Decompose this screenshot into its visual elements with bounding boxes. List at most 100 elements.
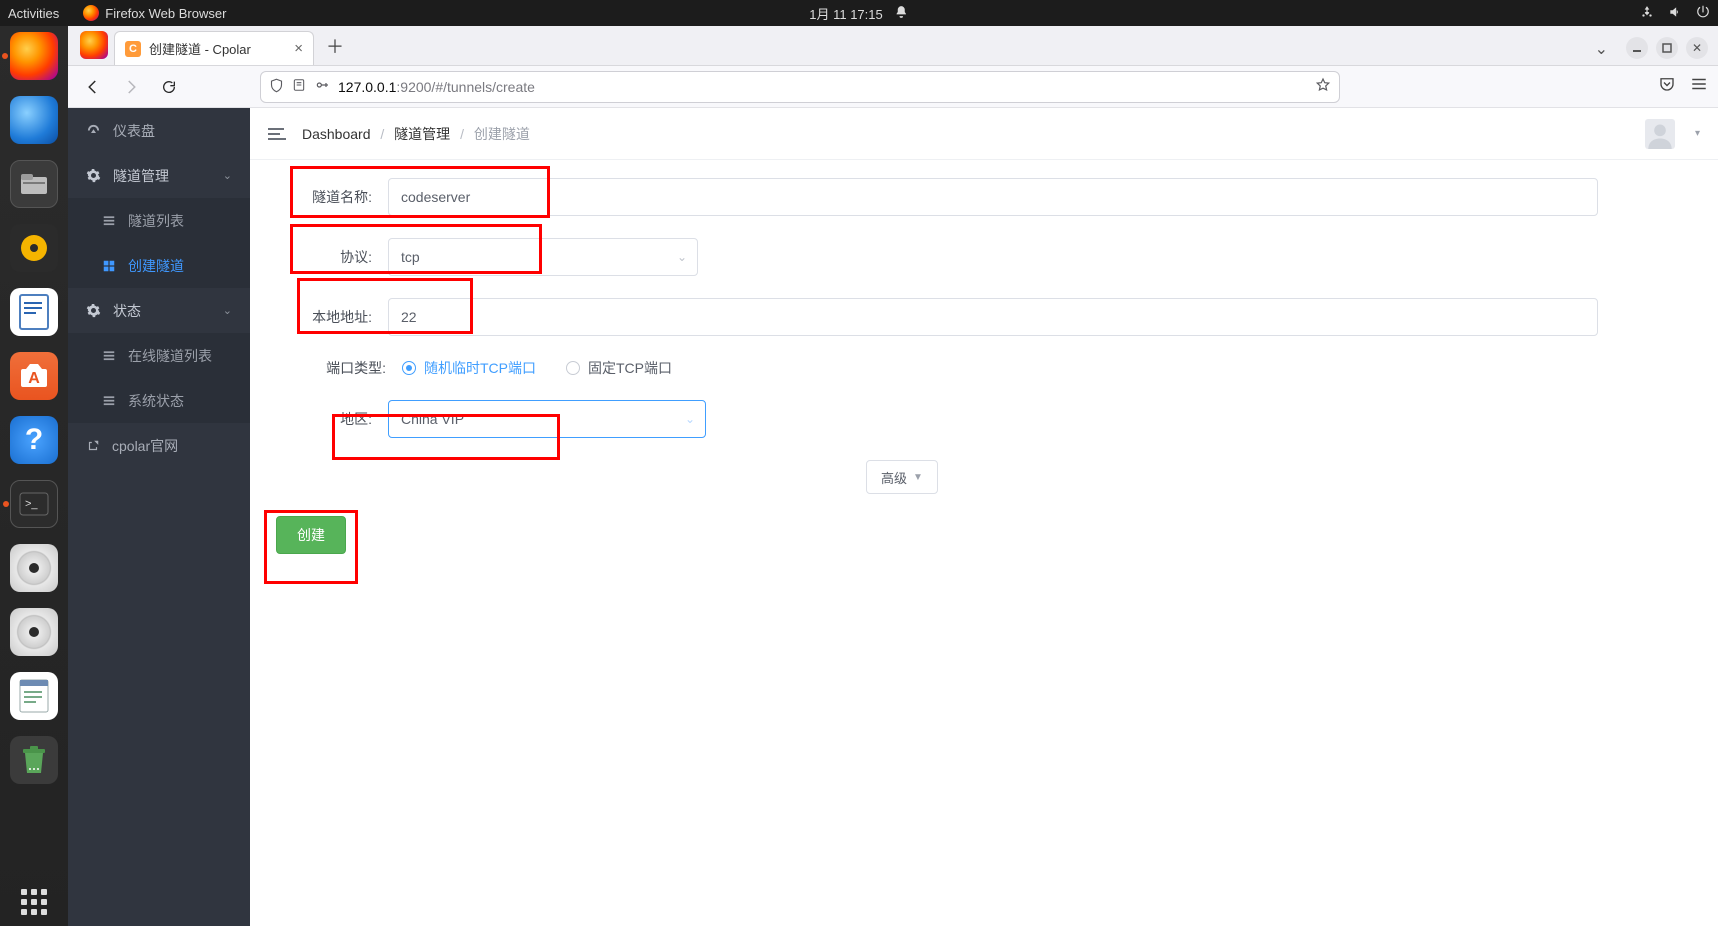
window-close-button[interactable]: ✕ bbox=[1686, 37, 1708, 59]
sidebar-group-status[interactable]: 状态 ⌄ bbox=[68, 288, 250, 333]
list-all-tabs-button[interactable]: ⌄ bbox=[1595, 39, 1608, 59]
sidebar-item-tunnel-create[interactable]: 创建隧道 bbox=[68, 243, 250, 288]
external-link-icon bbox=[86, 439, 100, 453]
sidebar-item-label: 创建隧道 bbox=[128, 256, 184, 276]
app-menu-icon[interactable] bbox=[1690, 75, 1708, 98]
user-menu-caret-icon[interactable]: ▾ bbox=[1695, 128, 1700, 139]
content-header: Dashboard / 隧道管理 / 创建隧道 ▾ bbox=[250, 108, 1718, 160]
notification-bell-icon[interactable] bbox=[895, 5, 909, 22]
radio-fixed-port[interactable]: 固定TCP端口 bbox=[566, 358, 672, 378]
sidebar-item-tunnel-list[interactable]: 隧道列表 bbox=[68, 198, 250, 243]
sidebar-item-dashboard[interactable]: 仪表盘 bbox=[68, 108, 250, 153]
browser-toolbar: 127.0.0.1:9200/#/tunnels/create bbox=[68, 66, 1718, 108]
dock: A ? >_ bbox=[0, 26, 68, 926]
list-icon bbox=[102, 349, 116, 363]
page-info-icon bbox=[292, 78, 306, 95]
protocol-select[interactable]: tcp ⌄ bbox=[388, 238, 698, 276]
current-app-indicator[interactable]: Firefox Web Browser bbox=[83, 5, 226, 21]
permissions-icon bbox=[314, 77, 330, 96]
breadcrumb-dashboard[interactable]: Dashboard bbox=[302, 126, 371, 142]
sidebar-item-label: 在线隧道列表 bbox=[128, 346, 212, 366]
dock-terminal[interactable]: >_ bbox=[10, 480, 58, 528]
firefox-icon bbox=[83, 5, 99, 21]
label-local-addr: 本地地址: bbox=[276, 307, 372, 327]
dock-show-apps[interactable] bbox=[10, 878, 58, 926]
user-avatar[interactable] bbox=[1645, 119, 1675, 149]
nav-forward-button[interactable] bbox=[116, 72, 146, 102]
sidebar-item-system-status[interactable]: 系统状态 bbox=[68, 378, 250, 423]
advanced-toggle-button[interactable]: 高级 ▼ bbox=[866, 460, 938, 494]
create-button[interactable]: 创建 bbox=[276, 516, 346, 554]
label-protocol: 协议: bbox=[276, 247, 372, 267]
protocol-value: tcp bbox=[401, 249, 420, 265]
radio-label: 随机临时TCP端口 bbox=[424, 358, 536, 378]
dock-ubuntu-software[interactable]: A bbox=[10, 352, 58, 400]
sidebar-item-online-list[interactable]: 在线隧道列表 bbox=[68, 333, 250, 378]
radio-random-port[interactable]: 随机临时TCP端口 bbox=[402, 358, 536, 378]
radio-label: 固定TCP端口 bbox=[588, 358, 672, 378]
sidebar-item-official-site[interactable]: cpolar官网 bbox=[68, 423, 250, 468]
window-maximize-button[interactable] bbox=[1656, 37, 1678, 59]
dock-disc-1[interactable] bbox=[10, 544, 58, 592]
new-tab-button[interactable]: ＋ bbox=[320, 31, 350, 61]
network-icon[interactable] bbox=[1640, 5, 1654, 22]
sidebar-item-label: 隧道管理 bbox=[113, 166, 169, 186]
svg-text:A: A bbox=[28, 370, 40, 387]
browser-tab[interactable]: C 创建隧道 - Cpolar × bbox=[114, 31, 314, 65]
shield-icon bbox=[269, 78, 284, 96]
page-content: 仪表盘 隧道管理 ⌄ 隧道列表 创建隧道 状态 bbox=[68, 108, 1718, 926]
chevron-down-icon: ⌄ bbox=[223, 169, 232, 182]
tunnel-name-input[interactable] bbox=[388, 178, 1598, 216]
advanced-label: 高级 bbox=[881, 468, 907, 487]
chevron-down-icon: ⌄ bbox=[685, 412, 695, 426]
radio-dot-icon bbox=[402, 361, 416, 375]
sidebar-item-label: 状态 bbox=[113, 301, 141, 321]
dock-files[interactable] bbox=[10, 160, 58, 208]
dock-trash[interactable] bbox=[10, 736, 58, 784]
dock-firefox[interactable] bbox=[10, 32, 58, 80]
gear-icon bbox=[86, 303, 101, 318]
nav-reload-button[interactable] bbox=[154, 72, 184, 102]
dock-disc-2[interactable] bbox=[10, 608, 58, 656]
region-select[interactable]: China VIP ⌄ bbox=[388, 400, 706, 438]
region-value: China VIP bbox=[401, 411, 464, 427]
firefox-window: C 创建隧道 - Cpolar × ＋ ⌄ ✕ bbox=[68, 26, 1718, 926]
firefox-logo-icon bbox=[80, 31, 108, 59]
svg-text:>_: >_ bbox=[25, 498, 38, 510]
create-tunnel-form: 隧道名称: 协议: tcp ⌄ 本地地址: bbox=[250, 160, 1718, 594]
dock-libreoffice-writer[interactable] bbox=[10, 288, 58, 336]
sidebar-item-label: 隧道列表 bbox=[128, 211, 184, 231]
grid-icon bbox=[102, 259, 116, 273]
url-text: 127.0.0.1:9200/#/tunnels/create bbox=[338, 79, 535, 95]
power-icon[interactable] bbox=[1696, 5, 1710, 22]
label-region: 地区: bbox=[276, 409, 372, 429]
dock-rhythmbox[interactable] bbox=[10, 224, 58, 272]
dock-notes[interactable] bbox=[10, 672, 58, 720]
nav-back-button[interactable] bbox=[78, 72, 108, 102]
clock[interactable]: 1月 11 17:15 bbox=[809, 4, 882, 23]
gear-icon bbox=[86, 168, 101, 183]
local-address-input[interactable] bbox=[388, 298, 1598, 336]
url-bar[interactable]: 127.0.0.1:9200/#/tunnels/create bbox=[260, 71, 1340, 103]
bookmark-star-icon[interactable] bbox=[1315, 77, 1331, 96]
tab-close-icon[interactable]: × bbox=[294, 40, 303, 57]
tab-title: 创建隧道 - Cpolar bbox=[149, 39, 251, 58]
current-app-label: Firefox Web Browser bbox=[105, 6, 226, 21]
dock-help[interactable]: ? bbox=[10, 416, 58, 464]
chevron-down-icon: ⌄ bbox=[677, 250, 687, 264]
volume-icon[interactable] bbox=[1668, 5, 1682, 22]
app-sidebar: 仪表盘 隧道管理 ⌄ 隧道列表 创建隧道 状态 bbox=[68, 108, 250, 926]
activities-button[interactable]: Activities bbox=[8, 6, 59, 21]
breadcrumb-tunnel-mgmt[interactable]: 隧道管理 bbox=[394, 126, 450, 142]
dock-thunderbird[interactable] bbox=[10, 96, 58, 144]
tab-favicon: C bbox=[125, 41, 141, 57]
breadcrumb-current: 创建隧道 bbox=[474, 126, 530, 142]
sidebar-item-label: 系统状态 bbox=[128, 391, 184, 411]
collapse-sidebar-button[interactable] bbox=[268, 128, 288, 140]
window-minimize-button[interactable] bbox=[1626, 37, 1648, 59]
app-main: Dashboard / 隧道管理 / 创建隧道 ▾ 隧道名称: bbox=[250, 108, 1718, 926]
sidebar-group-tunnel[interactable]: 隧道管理 ⌄ bbox=[68, 153, 250, 198]
save-to-pocket-icon[interactable] bbox=[1658, 75, 1676, 98]
gauge-icon bbox=[86, 123, 101, 138]
os-top-bar: Activities Firefox Web Browser 1月 11 17:… bbox=[0, 0, 1718, 26]
